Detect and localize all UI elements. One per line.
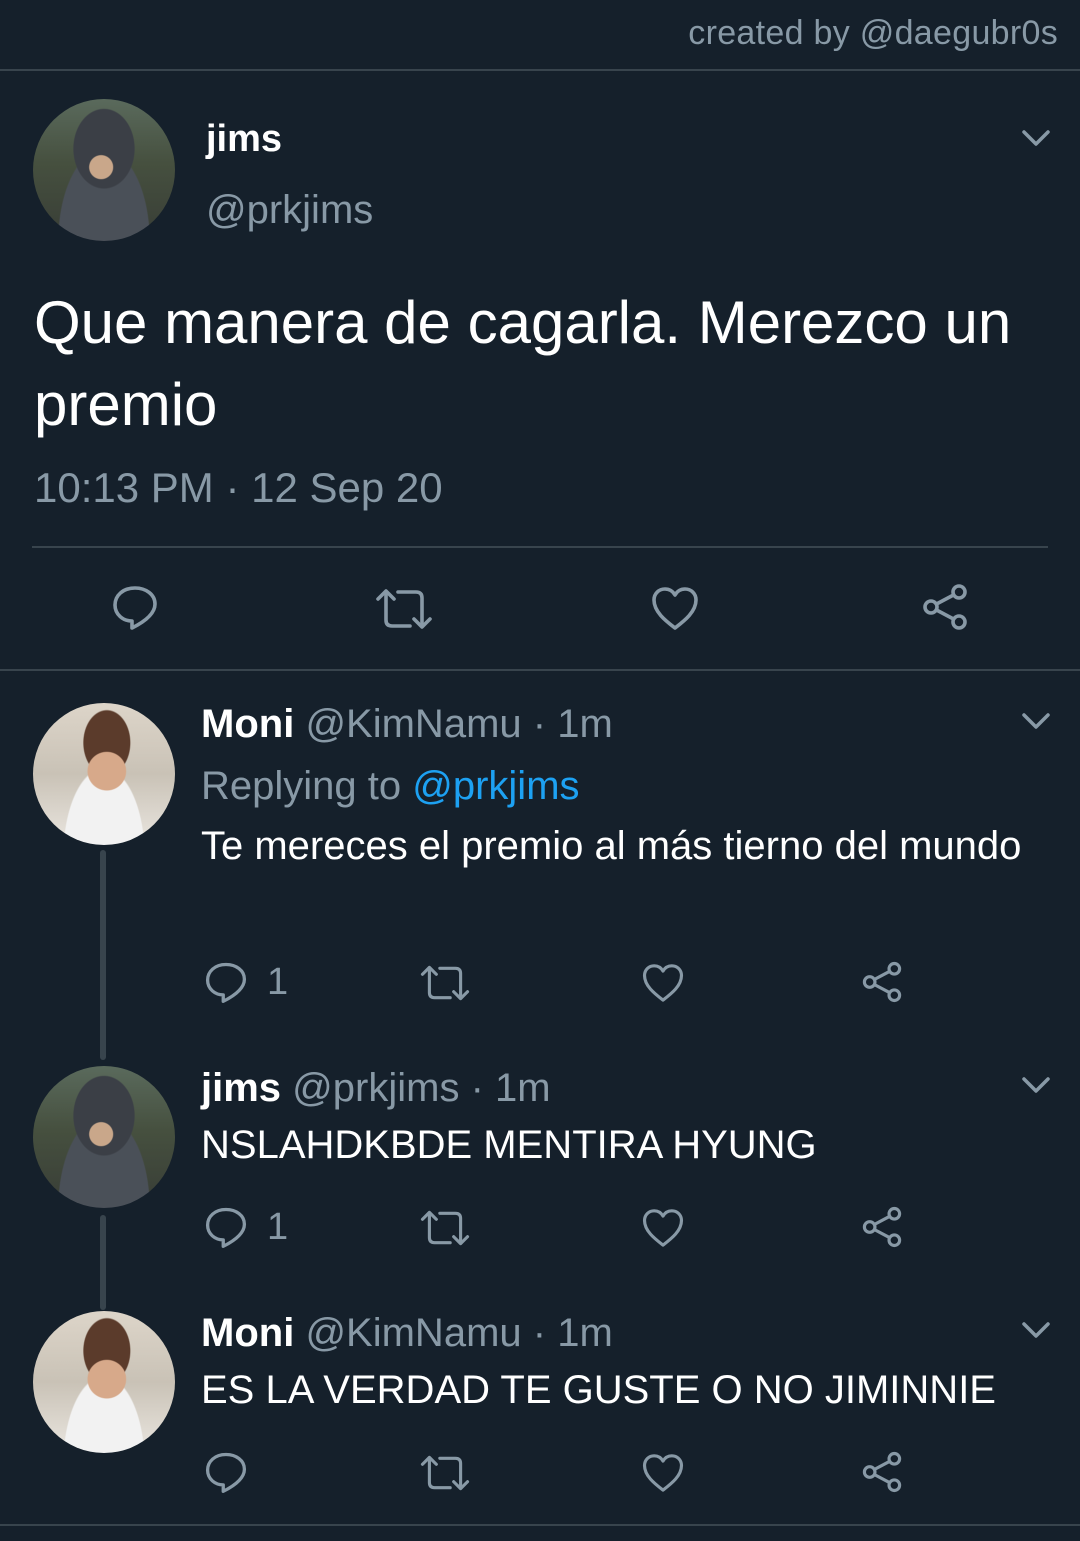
chevron-down-icon[interactable] [1021, 712, 1051, 730]
reply-button[interactable]: 1 [203, 959, 288, 1005]
author-name[interactable]: Moni [201, 702, 294, 746]
credit-watermark: created by @daegubr0s [688, 14, 1058, 52]
replying-to: Replying to @prkjims [201, 764, 580, 809]
header-divider [0, 69, 1080, 71]
reply-time: · 1m [532, 1311, 613, 1355]
tweet-text: NSLAHDKBDE MENTIRA HYUNG [201, 1123, 817, 1167]
reply-header: Moni @KimNamu · 1m [201, 1311, 613, 1356]
like-button[interactable] [641, 1452, 685, 1493]
retweet-button[interactable] [419, 1206, 471, 1250]
heart-icon [641, 962, 685, 1003]
share-button[interactable] [920, 582, 970, 632]
tweet-text: Te mereces el premio al más tierno del m… [201, 824, 1022, 868]
chevron-down-icon[interactable] [1021, 1076, 1051, 1094]
heart-icon [641, 1452, 685, 1493]
chevron-down-icon[interactable] [1021, 1321, 1051, 1339]
heart-icon [650, 585, 700, 631]
share-button[interactable] [860, 1450, 904, 1494]
divider [32, 546, 1048, 548]
avatar[interactable] [33, 1311, 175, 1453]
tweet-timestamp[interactable]: 10:13 PM · 12 Sep 20 [34, 464, 443, 512]
like-button[interactable] [650, 585, 700, 631]
thread-connector [100, 1215, 106, 1310]
replying-to-label: Replying to [201, 764, 402, 808]
heart-icon [641, 1207, 685, 1248]
like-button[interactable] [641, 1207, 685, 1248]
reply-count: 1 [267, 1205, 289, 1248]
reply-header: jims @prkjims · 1m [201, 1066, 551, 1111]
chevron-down-icon[interactable] [1021, 129, 1051, 147]
retweet-button[interactable] [374, 584, 434, 634]
reply-button[interactable] [203, 1449, 267, 1495]
share-button[interactable] [860, 1205, 904, 1249]
reply-time: · 1m [532, 702, 613, 746]
replying-to-link[interactable]: @prkjims [412, 764, 579, 808]
tweet-text: Que manera de cagarla. Merezco un premio [34, 289, 1012, 438]
author-handle[interactable]: @KimNamu [305, 702, 521, 746]
author-name[interactable]: jims [206, 118, 282, 161]
author-handle[interactable]: @prkjims [206, 188, 373, 233]
retweet-icon [419, 1206, 471, 1250]
divider [0, 1524, 1080, 1526]
reply-icon [203, 959, 249, 1005]
share-icon [860, 960, 904, 1004]
reply-button[interactable] [110, 582, 160, 632]
share-icon [860, 1205, 904, 1249]
avatar[interactable] [33, 703, 175, 845]
author-name[interactable]: Moni [201, 1311, 294, 1355]
avatar[interactable] [33, 1066, 175, 1208]
divider [0, 669, 1080, 671]
share-icon [860, 1450, 904, 1494]
reply-time: · 1m [470, 1066, 551, 1110]
avatar[interactable] [33, 99, 175, 241]
reply-icon [203, 1449, 249, 1495]
reply-button[interactable]: 1 [203, 1204, 288, 1250]
reply-header: Moni @KimNamu · 1m [201, 702, 613, 747]
like-button[interactable] [641, 962, 685, 1003]
author-handle[interactable]: @prkjims [292, 1066, 459, 1110]
reply-icon [203, 1204, 249, 1250]
thread-connector [100, 850, 106, 1060]
tweet-text: ES LA VERDAD TE GUSTE O NO JIMINNIE [201, 1368, 996, 1412]
share-icon [920, 582, 970, 632]
author-name[interactable]: jims [201, 1066, 281, 1110]
reply-icon [110, 582, 160, 632]
reply-count: 1 [267, 960, 289, 1003]
share-button[interactable] [860, 960, 904, 1004]
author-handle[interactable]: @KimNamu [305, 1311, 521, 1355]
retweet-button[interactable] [419, 1451, 471, 1495]
retweet-button[interactable] [419, 961, 471, 1005]
retweet-icon [374, 584, 434, 634]
retweet-icon [419, 1451, 471, 1495]
retweet-icon [419, 961, 471, 1005]
